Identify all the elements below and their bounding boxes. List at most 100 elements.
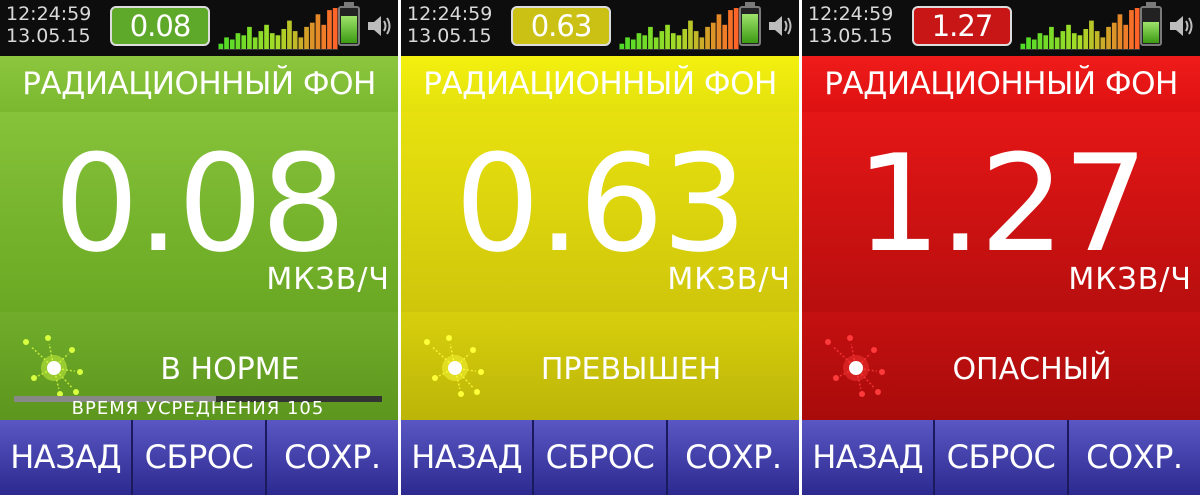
date: 13.05.15 [808, 25, 893, 47]
burst-particle [69, 347, 75, 353]
sparkline-bar [693, 31, 699, 50]
sparkline-bar [716, 14, 722, 50]
burst-core [47, 361, 61, 375]
title: РАДИАЦИОННЫЙ ФОН [0, 56, 398, 112]
sparkline-bar [315, 14, 321, 50]
save-button[interactable]: СОХР. [667, 420, 799, 495]
burst-particle [859, 391, 865, 397]
sparkline-bar [676, 35, 682, 50]
speaker-icon[interactable] [366, 12, 392, 40]
sparkline-bar [1054, 37, 1060, 50]
sparkline-bar [1089, 20, 1094, 50]
burst-particle [470, 347, 476, 353]
dosimeter-screen-2: 12:24:59 13.05.15 0.63 РАДИАЦИОННЫЙ ФОН … [401, 0, 799, 495]
mini-reading-badge: 0.08 [110, 6, 210, 46]
sparkline-bar [699, 37, 705, 50]
averaging-time-label: ВРЕМЯ УСРЕДНЕНИЯ 105 [71, 398, 325, 419]
unit-label: МКЗВ/Ч [667, 262, 791, 297]
burst-particle [825, 339, 831, 345]
time: 12:24:59 [6, 3, 92, 25]
battery-icon [1140, 6, 1162, 46]
sparkline-bar [298, 37, 304, 50]
sparkline-bar [1043, 35, 1049, 50]
sparkline-bar [1049, 26, 1054, 50]
sparkline-bar [1123, 24, 1129, 50]
reset-button[interactable]: СБРОС [133, 420, 267, 495]
burst-core [849, 361, 863, 375]
sparkline-bar [1134, 8, 1140, 50]
sparkline-bar [1100, 37, 1106, 50]
sparkline-bar [304, 26, 309, 50]
speaker-icon[interactable] [1168, 12, 1194, 40]
dose-history-sparkline [1020, 8, 1140, 50]
dose-rate-value: 0.63 [454, 126, 747, 282]
sparkline-bar [1066, 24, 1071, 50]
date: 13.05.15 [6, 25, 91, 47]
sparkline-bar [1077, 35, 1083, 50]
sparkline-bar [292, 31, 298, 50]
sparkline-bar [252, 37, 258, 50]
dose-rate-value: 0.08 [53, 126, 346, 282]
sparkline-bar [665, 24, 670, 50]
sparkline-bar [659, 31, 665, 50]
state-panel: В НОРМЕ ВРЕМЯ УСРЕДНЕНИЯ 105 [0, 312, 398, 420]
button-row: НАЗАД СБРОС СОХР. [401, 420, 799, 495]
button-row: НАЗАД СБРОС СОХР. [802, 420, 1200, 495]
sparkline-bar [241, 35, 247, 50]
back-button[interactable]: НАЗАД [0, 420, 134, 495]
sparkline-bar [688, 20, 693, 50]
state-label: ОПАСНЫЙ [952, 352, 1112, 387]
clock: 12:24:59 13.05.15 [407, 3, 492, 47]
dose-history-sparkline [619, 8, 739, 50]
burst-particle [446, 335, 452, 341]
status-bar: 12:24:59 13.05.15 0.08 [0, 0, 398, 56]
sparkline-bar [625, 37, 630, 50]
title: РАДИАЦИОННЫЙ ФОН [802, 56, 1200, 112]
sparkline-bar [1111, 22, 1117, 50]
mini-reading-badge: 1.27 [912, 6, 1012, 46]
unit-label: МКЗВ/Ч [1068, 262, 1192, 297]
sparkline-bar [269, 33, 275, 50]
sparkline-bar [321, 24, 327, 50]
back-button[interactable]: НАЗАД [802, 420, 936, 495]
save-button[interactable]: СОХР. [266, 420, 398, 495]
dose-history-sparkline [218, 8, 338, 50]
burst-particle [73, 389, 79, 395]
burst-particle [871, 347, 877, 353]
sparkline-bar [653, 37, 659, 50]
burst-particle [458, 391, 464, 397]
state-label: ПРЕВЫШЕН [540, 352, 722, 387]
sparkline-bar [733, 8, 739, 50]
reading-panel: 0.08 МКЗВ/Ч [0, 112, 398, 312]
sparkline-bar [682, 29, 688, 50]
date: 13.05.15 [407, 25, 492, 47]
sparkline-bar [332, 8, 338, 50]
back-button[interactable]: НАЗАД [401, 420, 535, 495]
sparkline-bar [309, 22, 315, 50]
state-panel: ПРЕВЫШЕН [401, 312, 799, 420]
reset-button[interactable]: СБРОС [534, 420, 668, 495]
sparkline-bar [264, 24, 269, 50]
reading-panel: 0.63 МКЗВ/Ч [401, 112, 799, 312]
sparkline-bar [1037, 33, 1043, 50]
battery-icon [739, 6, 761, 46]
sparkline-bar [235, 33, 241, 50]
reset-button[interactable]: СБРОС [935, 420, 1069, 495]
save-button[interactable]: СОХР. [1068, 420, 1200, 495]
dosimeter-screen-1: 12:24:59 13.05.15 0.08 РАДИАЦИОННЫЙ ФОН … [0, 0, 398, 495]
sparkline-bar [728, 10, 733, 50]
sparkline-bar [1094, 31, 1100, 50]
sparkline-bar [327, 10, 332, 50]
burst-particle [31, 375, 37, 381]
sparkline-bar [275, 35, 281, 50]
burst-particle [432, 375, 438, 381]
sparkline-bar [1106, 26, 1111, 50]
speaker-icon[interactable] [767, 12, 793, 40]
sparkline-bar [642, 35, 648, 50]
sparkline-bar [670, 33, 676, 50]
sparkline-bar [705, 26, 710, 50]
sparkline-bar [630, 39, 636, 50]
burst-particle [847, 335, 853, 341]
sparkline-bar [710, 22, 716, 50]
sparkline-bar [229, 39, 235, 50]
